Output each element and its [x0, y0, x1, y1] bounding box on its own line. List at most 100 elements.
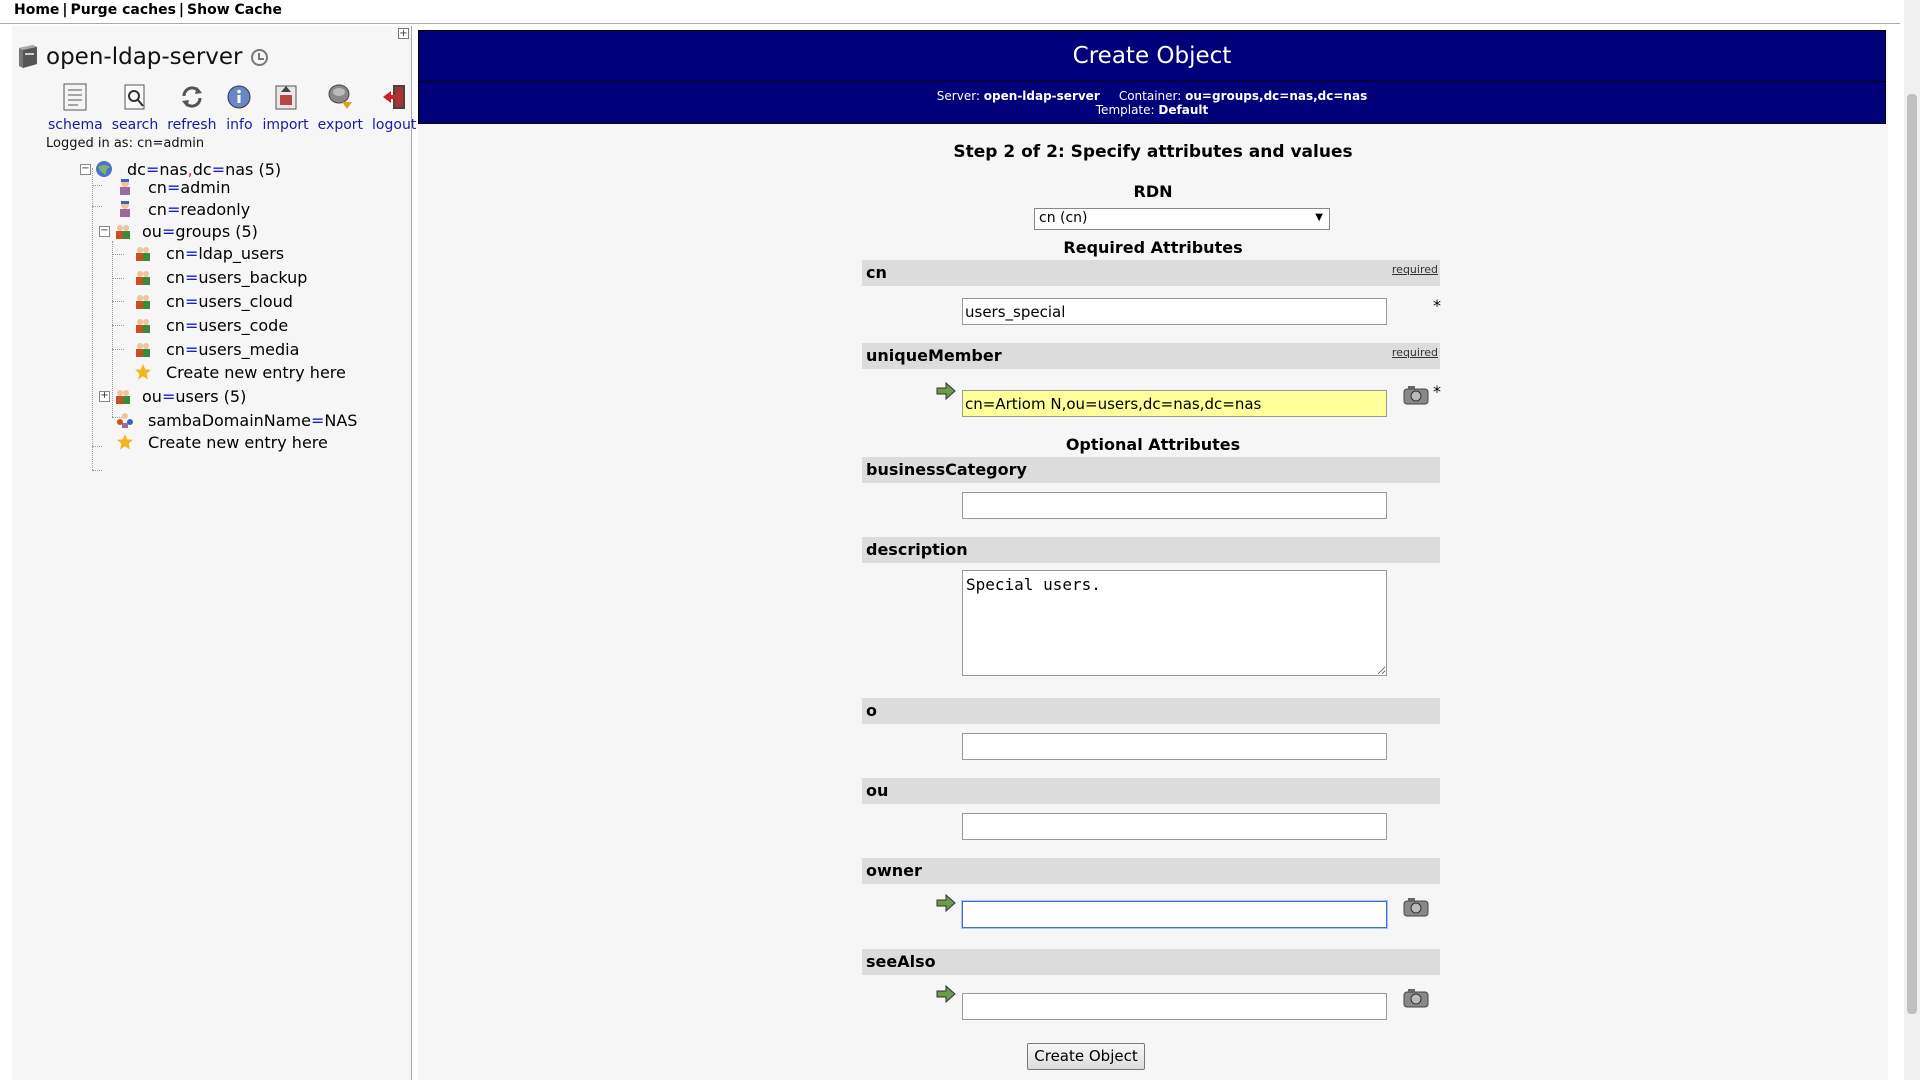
refresh-button[interactable]: refresh	[167, 82, 216, 133]
header-meta: Server: open-ldap-server Container: ou=g…	[936, 89, 1368, 117]
arrow-right-icon[interactable]	[936, 381, 956, 401]
export-label: export	[317, 117, 364, 133]
description-textarea[interactable]: Special users.	[962, 570, 1387, 676]
uniquemember-input[interactable]	[962, 390, 1387, 417]
tree-node-group-item[interactable]: cn=users_media	[134, 338, 299, 360]
required-attributes-heading: Required Attributes	[1063, 238, 1243, 257]
show-cache-link[interactable]: Show Cache	[187, 2, 282, 18]
tree-connector	[92, 185, 102, 186]
info-label: info	[226, 117, 253, 133]
logout-icon	[380, 82, 408, 112]
attr-label-businesscategory: businessCategory	[862, 457, 1440, 483]
import-button[interactable]: import	[262, 82, 309, 133]
tree-connector	[112, 278, 124, 279]
search-icon	[121, 82, 149, 112]
export-button[interactable]: export	[318, 82, 363, 133]
tree-node-label: cn=users_cloud	[166, 291, 293, 311]
arrow-right-icon[interactable]	[936, 984, 956, 1004]
scrollbar-thumb[interactable]	[1907, 94, 1917, 1014]
browse-camera-icon[interactable]	[1402, 987, 1430, 1009]
tree-node-label: cn=readonly	[148, 199, 251, 219]
attr-label-description: description	[862, 537, 1440, 563]
tree-node-group-item[interactable]: cn=users_code	[134, 314, 288, 336]
star-icon	[134, 363, 152, 381]
rdn-select[interactable]: cn (cn) ▼	[1034, 208, 1330, 230]
page-scrollbar[interactable]	[1904, 0, 1920, 1080]
attr-label-ou: ou	[862, 778, 1440, 804]
browse-camera-icon[interactable]	[1402, 384, 1430, 406]
arrow-right-icon[interactable]	[936, 893, 956, 913]
user-icon	[116, 178, 134, 196]
required-marker: *	[1433, 382, 1441, 401]
seealso-input[interactable]	[962, 993, 1387, 1020]
user-icon	[116, 200, 134, 218]
import-label: import	[262, 117, 309, 133]
create-entry-root[interactable]: Create new entry here	[116, 431, 328, 453]
domain-icon	[116, 411, 134, 429]
tree-node-label: sambaDomainName=NAS	[148, 410, 358, 430]
tree-node-group-item[interactable]: cn=users_backup	[134, 266, 307, 288]
tree-node-label: cn=users_code	[166, 315, 289, 335]
expand-panel-button[interactable]: +	[398, 28, 409, 39]
attr-label-cn: cn required	[862, 260, 1440, 286]
top-nav: Home | Purge caches | Show Cache	[0, 0, 1900, 24]
search-label: search	[111, 117, 159, 133]
logout-label: logout	[372, 117, 417, 133]
group-icon	[134, 316, 152, 334]
server-name[interactable]: open-ldap-server	[46, 44, 243, 70]
tree-connector	[92, 206, 102, 207]
owner-input[interactable]	[962, 901, 1387, 928]
group-icon	[114, 222, 132, 240]
schema-label: schema	[48, 117, 103, 133]
attr-label-o: o	[862, 698, 1440, 724]
server-icon	[16, 44, 40, 70]
export-icon	[326, 82, 354, 112]
import-icon	[272, 82, 300, 112]
tree-node-users[interactable]: + ou=users (5)	[99, 385, 246, 407]
optional-attributes-heading: Optional Attributes	[1065, 435, 1241, 454]
cn-input[interactable]	[962, 298, 1387, 325]
create-entry-label: Create new entry here	[148, 432, 328, 452]
browse-camera-icon[interactable]	[1402, 896, 1430, 918]
group-icon	[134, 244, 152, 262]
o-input[interactable]	[962, 733, 1387, 760]
required-tag: required	[1391, 346, 1438, 359]
create-object-button[interactable]: Create Object	[1027, 1043, 1145, 1070]
header-divider	[419, 81, 1885, 82]
tree-node-group-item[interactable]: cn=users_cloud	[134, 290, 293, 312]
logout-button[interactable]: logout	[372, 82, 416, 133]
tree-node-groups[interactable]: − ou=groups (5)	[99, 220, 258, 242]
template-value: Default	[1158, 103, 1209, 117]
dropdown-arrow-icon: ▼	[1315, 212, 1323, 223]
collapse-toggle[interactable]: −	[80, 163, 91, 175]
tree-node-admin[interactable]: cn=admin	[116, 176, 230, 198]
page-header: Create Object Server: open-ldap-server C…	[418, 30, 1886, 124]
collapse-toggle[interactable]: −	[99, 225, 110, 237]
create-entry-groups[interactable]: Create new entry here	[134, 361, 346, 383]
clock-icon[interactable]	[250, 48, 268, 66]
home-link[interactable]: Home	[14, 2, 59, 18]
create-entry-label: Create new entry here	[166, 362, 346, 382]
rdn-selected-value: cn (cn)	[1039, 210, 1088, 226]
tree-connector	[92, 168, 93, 470]
schema-button[interactable]: schema	[48, 82, 103, 133]
tree-node-group-item[interactable]: cn=ldap_users	[134, 242, 284, 264]
expand-toggle[interactable]: +	[99, 390, 110, 402]
tree-node-readonly[interactable]: cn=readonly	[116, 198, 250, 220]
nav-separator: |	[178, 2, 185, 18]
attr-label-uniquemember: uniqueMember required	[862, 343, 1440, 369]
businesscategory-input[interactable]	[962, 492, 1387, 519]
info-button[interactable]: info	[225, 82, 253, 133]
attr-label-seealso: seeAlso	[862, 949, 1440, 975]
ou-input[interactable]	[962, 813, 1387, 840]
tree-node-label: cn=users_media	[166, 339, 300, 359]
purge-caches-link[interactable]: Purge caches	[71, 2, 176, 18]
page-title: Create Object	[1072, 43, 1232, 69]
search-button[interactable]: search	[111, 82, 159, 133]
tree-node-label: cn=ldap_users	[166, 243, 285, 263]
tree-node-label: ou=groups (5)	[142, 221, 258, 241]
tree-node-samba[interactable]: sambaDomainName=NAS	[116, 409, 357, 431]
group-icon	[134, 340, 152, 358]
group-icon	[134, 268, 152, 286]
required-marker: *	[1433, 296, 1441, 315]
